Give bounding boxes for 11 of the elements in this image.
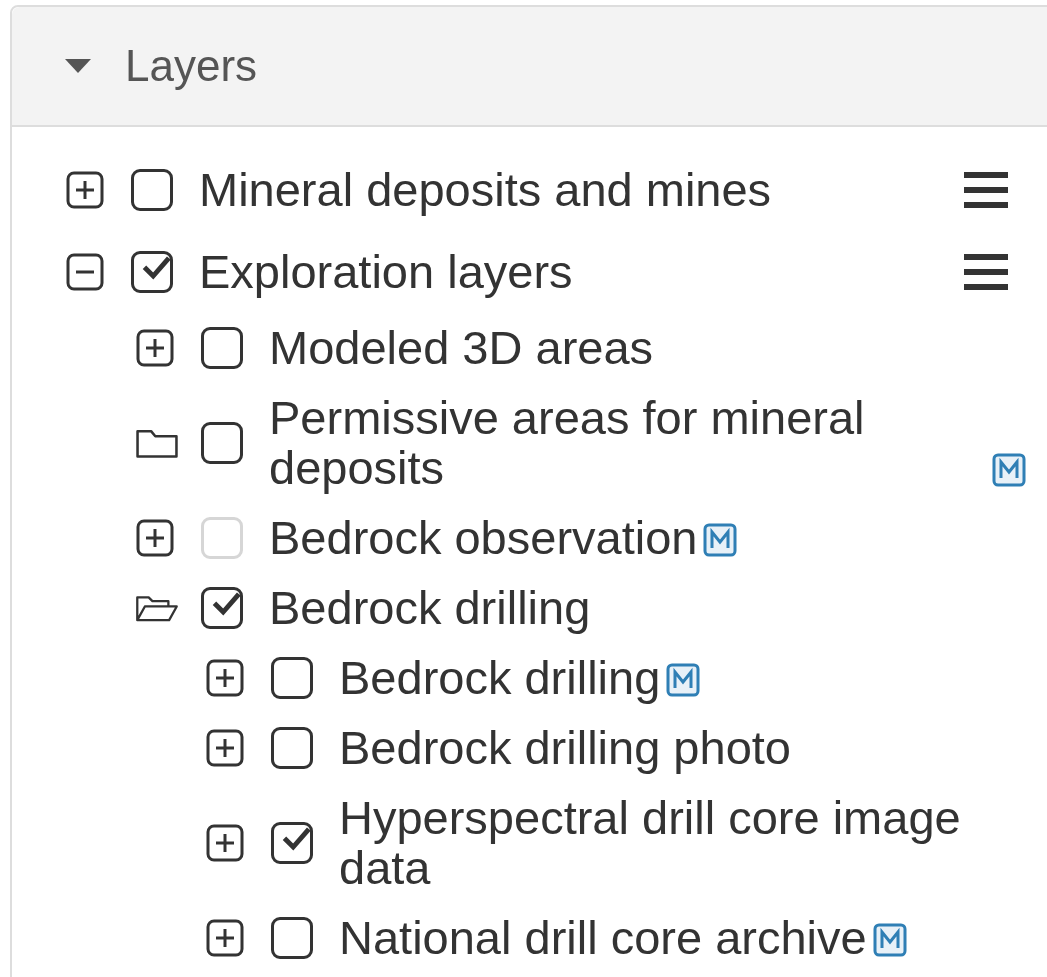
layer-label[interactable]: Hyperspectral drill core image data [339, 793, 1026, 893]
layer-label[interactable]: Permissive areas for mineral deposits [269, 393, 986, 493]
layer-label[interactable]: Modeled 3D areas [269, 323, 654, 373]
layer-label[interactable]: Exploration layers [199, 247, 573, 297]
panel-header[interactable]: Layers [12, 7, 1047, 127]
layer-label[interactable]: National drill core archive [339, 913, 867, 963]
layer-label[interactable]: Mineral deposits and mines [199, 165, 772, 215]
layer-label[interactable]: Bedrock drilling [339, 653, 661, 703]
layer-label[interactable]: Bedrock drilling [269, 583, 591, 633]
panel-title: Layers [125, 40, 258, 92]
layer-label[interactable]: Bedrock drilling photo [339, 723, 791, 773]
